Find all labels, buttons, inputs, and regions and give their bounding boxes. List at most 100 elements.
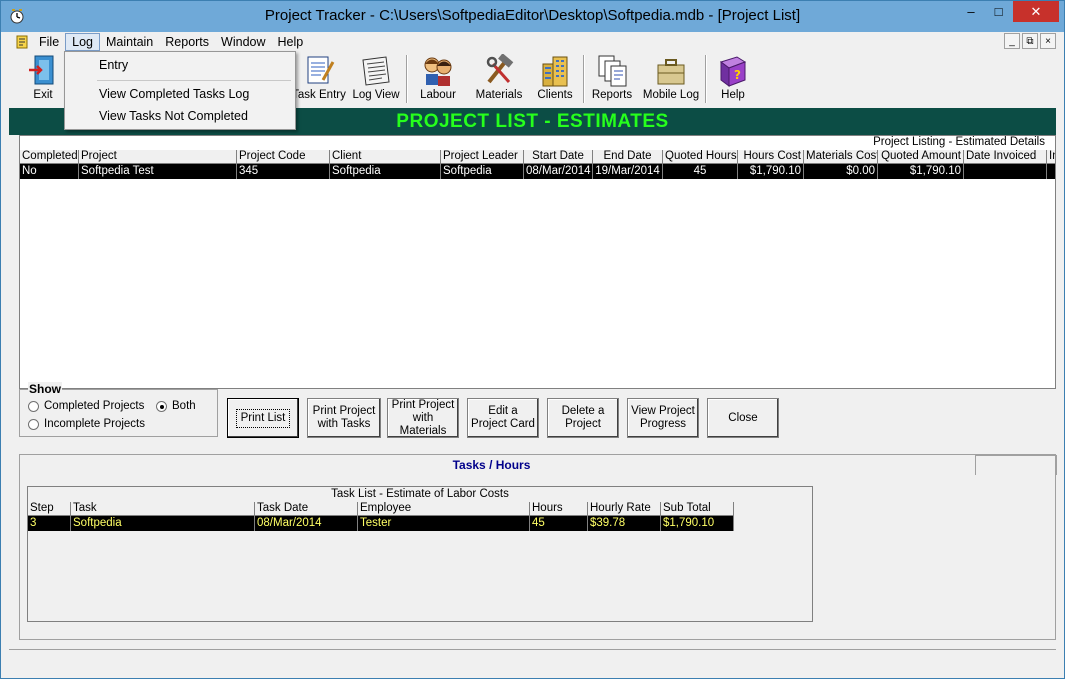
labour-button[interactable]: Labour: [415, 54, 461, 106]
radio-incomplete-dot[interactable]: [28, 418, 39, 430]
delete-line-1: Delete a: [561, 405, 605, 417]
column-header[interactable]: Client: [330, 150, 441, 164]
cell-step: 3: [28, 516, 71, 531]
menu-item-entry[interactable]: Entry: [99, 58, 128, 72]
menu-log[interactable]: Log: [65, 32, 101, 51]
task-list-grid[interactable]: Task List - Estimate of Labor Costs Step…: [27, 486, 813, 622]
column-header[interactable]: Completed: [20, 150, 79, 164]
print-list-button[interactable]: Print List: [227, 398, 299, 438]
toolbar-separator: [705, 55, 707, 103]
clients-label: Clients: [537, 89, 573, 101]
cell-invoice: [1047, 164, 1056, 179]
print-project-with-materials-button[interactable]: Print Project with Materials: [387, 398, 459, 438]
materials-label: Materials: [475, 89, 523, 101]
document-menu-icon[interactable]: [14, 34, 30, 50]
menu-reports[interactable]: Reports: [159, 34, 215, 50]
cell-completed: No: [20, 164, 79, 179]
task-grid-header: Step Task Task Date Employee Hours Hourl…: [28, 502, 812, 516]
close-window-button[interactable]: ✕: [1013, 1, 1059, 22]
mobile-log-button[interactable]: Mobile Log: [641, 54, 701, 106]
print-tasks-label: Print Project with Tasks: [313, 405, 376, 431]
help-button[interactable]: ? Help: [713, 54, 753, 106]
column-header[interactable]: Project: [79, 150, 237, 164]
clients-button[interactable]: Clients: [533, 54, 577, 106]
mdi-minimize-button[interactable]: _: [1004, 33, 1020, 49]
print-materials-line-2: with Materials: [399, 411, 447, 437]
column-header[interactable]: Project Leader: [441, 150, 524, 164]
status-bar: [9, 649, 1056, 671]
toolbar-separator: [406, 55, 408, 103]
show-filter-group: Show Completed Projects Both Incomplete …: [19, 382, 218, 437]
column-header[interactable]: Quoted Hours: [663, 150, 738, 164]
materials-button[interactable]: Materials: [475, 54, 523, 106]
menu-help[interactable]: Help: [272, 34, 310, 50]
cell-end-date: 19/Mar/2014: [593, 164, 663, 179]
edit-line-2: Project Card: [471, 418, 535, 430]
log-view-button[interactable]: Log View: [351, 54, 401, 106]
table-row[interactable]: No Softpedia Test 345 Softpedia Softpedi…: [20, 164, 1056, 179]
column-header[interactable]: In: [1047, 150, 1056, 164]
radio-both-dot[interactable]: [156, 400, 167, 412]
column-header[interactable]: Start Date: [524, 150, 593, 164]
column-header[interactable]: Task: [71, 502, 255, 516]
project-grid[interactable]: Project Listing - Estimated Details Comp…: [19, 135, 1056, 389]
radio-incomplete-projects[interactable]: Incomplete Projects: [28, 418, 145, 430]
exit-door-icon: [29, 55, 54, 85]
maximize-button[interactable]: □: [985, 1, 1012, 22]
mdi-close-button[interactable]: ×: [1040, 33, 1056, 49]
column-header[interactable]: Date Invoiced: [964, 150, 1047, 164]
column-header[interactable]: Materials Cost: [804, 150, 878, 164]
cell-start-date: 08/Mar/2014: [524, 164, 593, 179]
toolbar-separator: [583, 55, 585, 103]
radio-both[interactable]: Both: [156, 400, 196, 412]
tab-secondary[interactable]: [975, 455, 1057, 475]
reports-label: Reports: [591, 89, 633, 101]
menu-file[interactable]: File: [33, 34, 65, 50]
table-row[interactable]: 3 Softpedia 08/Mar/2014 Tester 45 $39.78…: [28, 516, 734, 531]
log-dropdown-menu: Entry View Completed Tasks Log View Task…: [64, 51, 296, 130]
labour-people-icon: [424, 57, 452, 86]
minimize-button[interactable]: –: [957, 1, 985, 22]
clients-building-icon: [542, 56, 568, 87]
column-header[interactable]: Step: [28, 502, 71, 516]
menu-window[interactable]: Window: [215, 34, 271, 50]
menu-item-view-tasks-not-completed[interactable]: View Tasks Not Completed: [99, 109, 248, 123]
column-header[interactable]: Hours: [530, 502, 588, 516]
column-header[interactable]: Hourly Rate: [588, 502, 661, 516]
column-header[interactable]: Employee: [358, 502, 530, 516]
delete-line-2: Project: [565, 418, 601, 430]
window-title: Project Tracker - C:\Users\SoftpediaEdit…: [264, 7, 801, 24]
column-header[interactable]: Quoted Amount: [878, 150, 964, 164]
task-entry-button[interactable]: Task Entry: [291, 54, 347, 106]
menu-maintain[interactable]: Maintain: [100, 34, 159, 50]
close-button[interactable]: Close: [707, 398, 779, 438]
column-header[interactable]: Project Code: [237, 150, 330, 164]
menu-bar: File Log Maintain Reports Window Help _ …: [1, 32, 1064, 51]
menu-item-view-completed-tasks-log[interactable]: View Completed Tasks Log: [99, 87, 249, 101]
reports-docs-icon: [598, 55, 627, 87]
exit-button[interactable]: Exit: [21, 54, 65, 106]
task-entry-label: Task Entry: [292, 89, 346, 101]
mobile-log-label: Mobile Log: [642, 89, 700, 101]
column-header[interactable]: Hours Cost: [738, 150, 804, 164]
title-bar[interactable]: Project Tracker - C:\Users\SoftpediaEdit…: [1, 1, 1064, 32]
cell-task-date: 08/Mar/2014: [255, 516, 358, 531]
tab-tasks-hours[interactable]: Tasks / Hours: [20, 455, 963, 475]
print-materials-line-1: Print Project: [391, 398, 455, 411]
cell-quoted-hours: 45: [663, 164, 738, 179]
reports-button[interactable]: Reports: [589, 54, 635, 106]
radio-completed-projects[interactable]: Completed Projects: [28, 400, 144, 412]
edit-project-card-button[interactable]: Edit a Project Card: [467, 398, 539, 438]
column-header[interactable]: Sub Total: [661, 502, 734, 516]
project-grid-header: Completed Project Project Code Client Pr…: [20, 150, 1056, 164]
radio-incomplete-label: Incomplete Projects: [44, 418, 145, 430]
delete-project-button[interactable]: Delete a Project: [547, 398, 619, 438]
app-window: Project Tracker - C:\Users\SoftpediaEdit…: [0, 0, 1065, 679]
column-header[interactable]: End Date: [593, 150, 663, 164]
radio-completed-dot[interactable]: [28, 400, 39, 412]
mdi-restore-button[interactable]: ⧉: [1022, 33, 1038, 49]
exit-label: Exit: [33, 89, 53, 101]
print-project-with-tasks-button[interactable]: Print Project with Tasks: [307, 398, 381, 438]
column-header[interactable]: Task Date: [255, 502, 358, 516]
view-project-progress-button[interactable]: View Project Progress: [627, 398, 699, 438]
